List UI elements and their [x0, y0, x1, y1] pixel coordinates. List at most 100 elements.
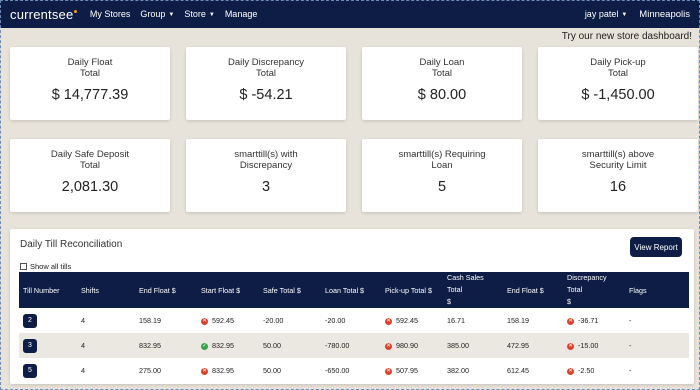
col-flags[interactable]: Flags: [625, 272, 689, 308]
card-tills-security: smarttill(s) above Security Limit 16: [538, 139, 698, 212]
card-title: smarttill(s) above Security Limit: [581, 149, 655, 171]
card-title: Daily Loan Total: [419, 57, 465, 79]
brand-logo[interactable]: currentsee●: [10, 7, 78, 22]
nav-store-label: Store: [184, 9, 206, 19]
promo-banner[interactable]: Try our new store dashboard!: [0, 28, 700, 44]
nav-group[interactable]: Group ▼: [140, 9, 174, 19]
error-x-icon: ✕: [567, 367, 574, 375]
col-safe-total[interactable]: Safe Total $: [259, 272, 321, 308]
card-value: 3: [261, 179, 271, 195]
col-start-float[interactable]: Start Float $: [197, 272, 259, 308]
table-row[interactable]: 5 4 275.00 ✕ 832.95 50.00 -650.00 ✕ 507.95…: [19, 358, 689, 383]
view-report-button[interactable]: View Report: [630, 237, 682, 257]
cell-discrepancy: ✕ -36.71: [567, 316, 599, 325]
cell-end-float: 158.19: [139, 316, 161, 325]
reconciliation-table: Till Number Shifts End Float $ Start Flo…: [19, 272, 689, 383]
error-x-icon: ✕: [201, 317, 208, 325]
card-title: Daily Safe Deposit Total: [50, 149, 130, 171]
cell-flags: -: [629, 366, 632, 375]
city-label: Minneapolis: [639, 8, 690, 20]
till-number-button[interactable]: 5: [23, 363, 37, 378]
card-safe-deposit: Daily Safe Deposit Total 2,081.30: [10, 139, 170, 212]
col-end-float[interactable]: End Float $: [135, 272, 197, 308]
col-shifts[interactable]: Shifts: [77, 272, 135, 308]
col-pickup-total[interactable]: Pick-up Total $: [381, 272, 443, 308]
cell-pickup-total: ✕ 507.95: [385, 366, 418, 375]
cell-safe-total: -20.00: [263, 316, 284, 325]
cell-start-float: ✓ 832.95: [201, 341, 234, 350]
error-x-icon: ✕: [567, 342, 574, 350]
cell-end-float-2: 612.45: [507, 366, 529, 375]
cell-safe-total: 50.00: [263, 341, 281, 350]
cell-end-float: 832.95: [139, 341, 161, 350]
cell-end-float: 275.00: [139, 366, 161, 375]
card-daily-float: Daily Float Total $ 14,777.39: [10, 47, 170, 120]
user-name: jay patel: [584, 9, 619, 19]
cell-discrepancy: ✕ -2.50: [567, 366, 595, 375]
till-number-button[interactable]: 3: [23, 338, 37, 353]
card-value: $ -1,450.00: [581, 87, 655, 103]
card-daily-discrepancy: Daily Discrepancy Total $ -54.21: [186, 47, 346, 120]
card-daily-loan: Daily Loan Total $ 80.00: [362, 47, 522, 120]
nav-store[interactable]: Store ▼: [184, 9, 214, 19]
cell-pickup-total: ✕ 980.90: [385, 341, 418, 350]
user-menu[interactable]: jay patel ▼: [585, 9, 627, 19]
chevron-down-icon: ▼: [208, 11, 215, 18]
card-title: Daily Discrepancy Total: [227, 57, 305, 79]
card-value: $ 14,777.39: [51, 87, 129, 103]
col-cash-sales[interactable]: Cash Sales Total $: [443, 272, 503, 308]
card-value: 2,081.30: [61, 179, 119, 195]
table-row[interactable]: 2 4 158.19 ✕ 592.45 -20.00 -20.00 ✕ 592.45…: [19, 308, 689, 333]
cell-loan-total: -650.00: [325, 366, 350, 375]
card-title: Daily Pick-up Total: [590, 57, 646, 79]
cell-shifts: 4: [81, 341, 85, 350]
check-icon: ✓: [201, 342, 208, 350]
error-x-icon: ✕: [385, 317, 392, 325]
chevron-down-icon: ▼: [168, 11, 175, 18]
cell-safe-total: 50.00: [263, 366, 281, 375]
cell-loan-total: -20.00: [325, 316, 346, 325]
card-title: smarttill(s) Requiring Loan: [398, 149, 486, 171]
show-all-tills[interactable]: Show all tills: [20, 262, 71, 271]
panel-title: Daily Till Reconciliation: [20, 239, 123, 250]
cell-end-float-2: 158.19: [507, 316, 529, 325]
cell-flags: -: [629, 316, 632, 325]
cell-flags: -: [629, 341, 632, 350]
card-value: $ 80.00: [417, 87, 467, 103]
col-discrepancy[interactable]: Discrepancy Total $: [563, 272, 625, 308]
nav-group-label: Group: [140, 9, 166, 19]
table-row[interactable]: 3 4 832.95 ✓ 832.95 50.00 -780.00 ✕ 980.90…: [19, 333, 689, 358]
show-all-checkbox[interactable]: [20, 263, 27, 270]
col-loan-total[interactable]: Loan Total $: [321, 272, 381, 308]
cell-cash-sales: 382.00: [447, 366, 469, 375]
cell-cash-sales: 385.00: [447, 341, 469, 350]
col-till-number[interactable]: Till Number: [19, 272, 77, 308]
col-end-float-2[interactable]: End Float $: [503, 272, 563, 308]
error-x-icon: ✕: [385, 342, 392, 350]
chevron-down-icon: ▼: [621, 11, 628, 18]
table-header: Till Number Shifts End Float $ Start Flo…: [19, 272, 689, 308]
error-x-icon: ✕: [201, 367, 208, 375]
error-x-icon: ✕: [385, 367, 392, 375]
cell-start-float: ✕ 592.45: [201, 316, 234, 325]
cell-discrepancy: ✕ -15.00: [567, 341, 599, 350]
cell-pickup-total: ✕ 592.45: [385, 316, 418, 325]
till-number-button[interactable]: 2: [23, 313, 37, 328]
nav-manage[interactable]: Manage: [225, 9, 258, 19]
card-title: smarttill(s) with Discrepancy: [234, 149, 298, 171]
cell-cash-sales: 16.71: [447, 316, 465, 325]
cell-loan-total: -780.00: [325, 341, 350, 350]
card-value: 16: [609, 179, 627, 195]
cell-start-float: ✕ 832.95: [201, 366, 234, 375]
summary-cards: Daily Float Total $ 14,777.39 Daily Discr…: [10, 47, 698, 212]
card-tills-loan: smarttill(s) Requiring Loan 5: [362, 139, 522, 212]
card-title: Daily Float Total: [67, 57, 113, 79]
show-all-label: Show all tills: [30, 262, 72, 271]
card-value: $ -54.21: [239, 87, 293, 103]
cell-shifts: 4: [81, 316, 85, 325]
card-daily-pickup: Daily Pick-up Total $ -1,450.00: [538, 47, 698, 120]
cell-end-float-2: 472.95: [507, 341, 529, 350]
card-value: 5: [437, 179, 447, 195]
nav-my-stores[interactable]: My Stores: [90, 9, 131, 19]
error-x-icon: ✕: [567, 317, 574, 325]
